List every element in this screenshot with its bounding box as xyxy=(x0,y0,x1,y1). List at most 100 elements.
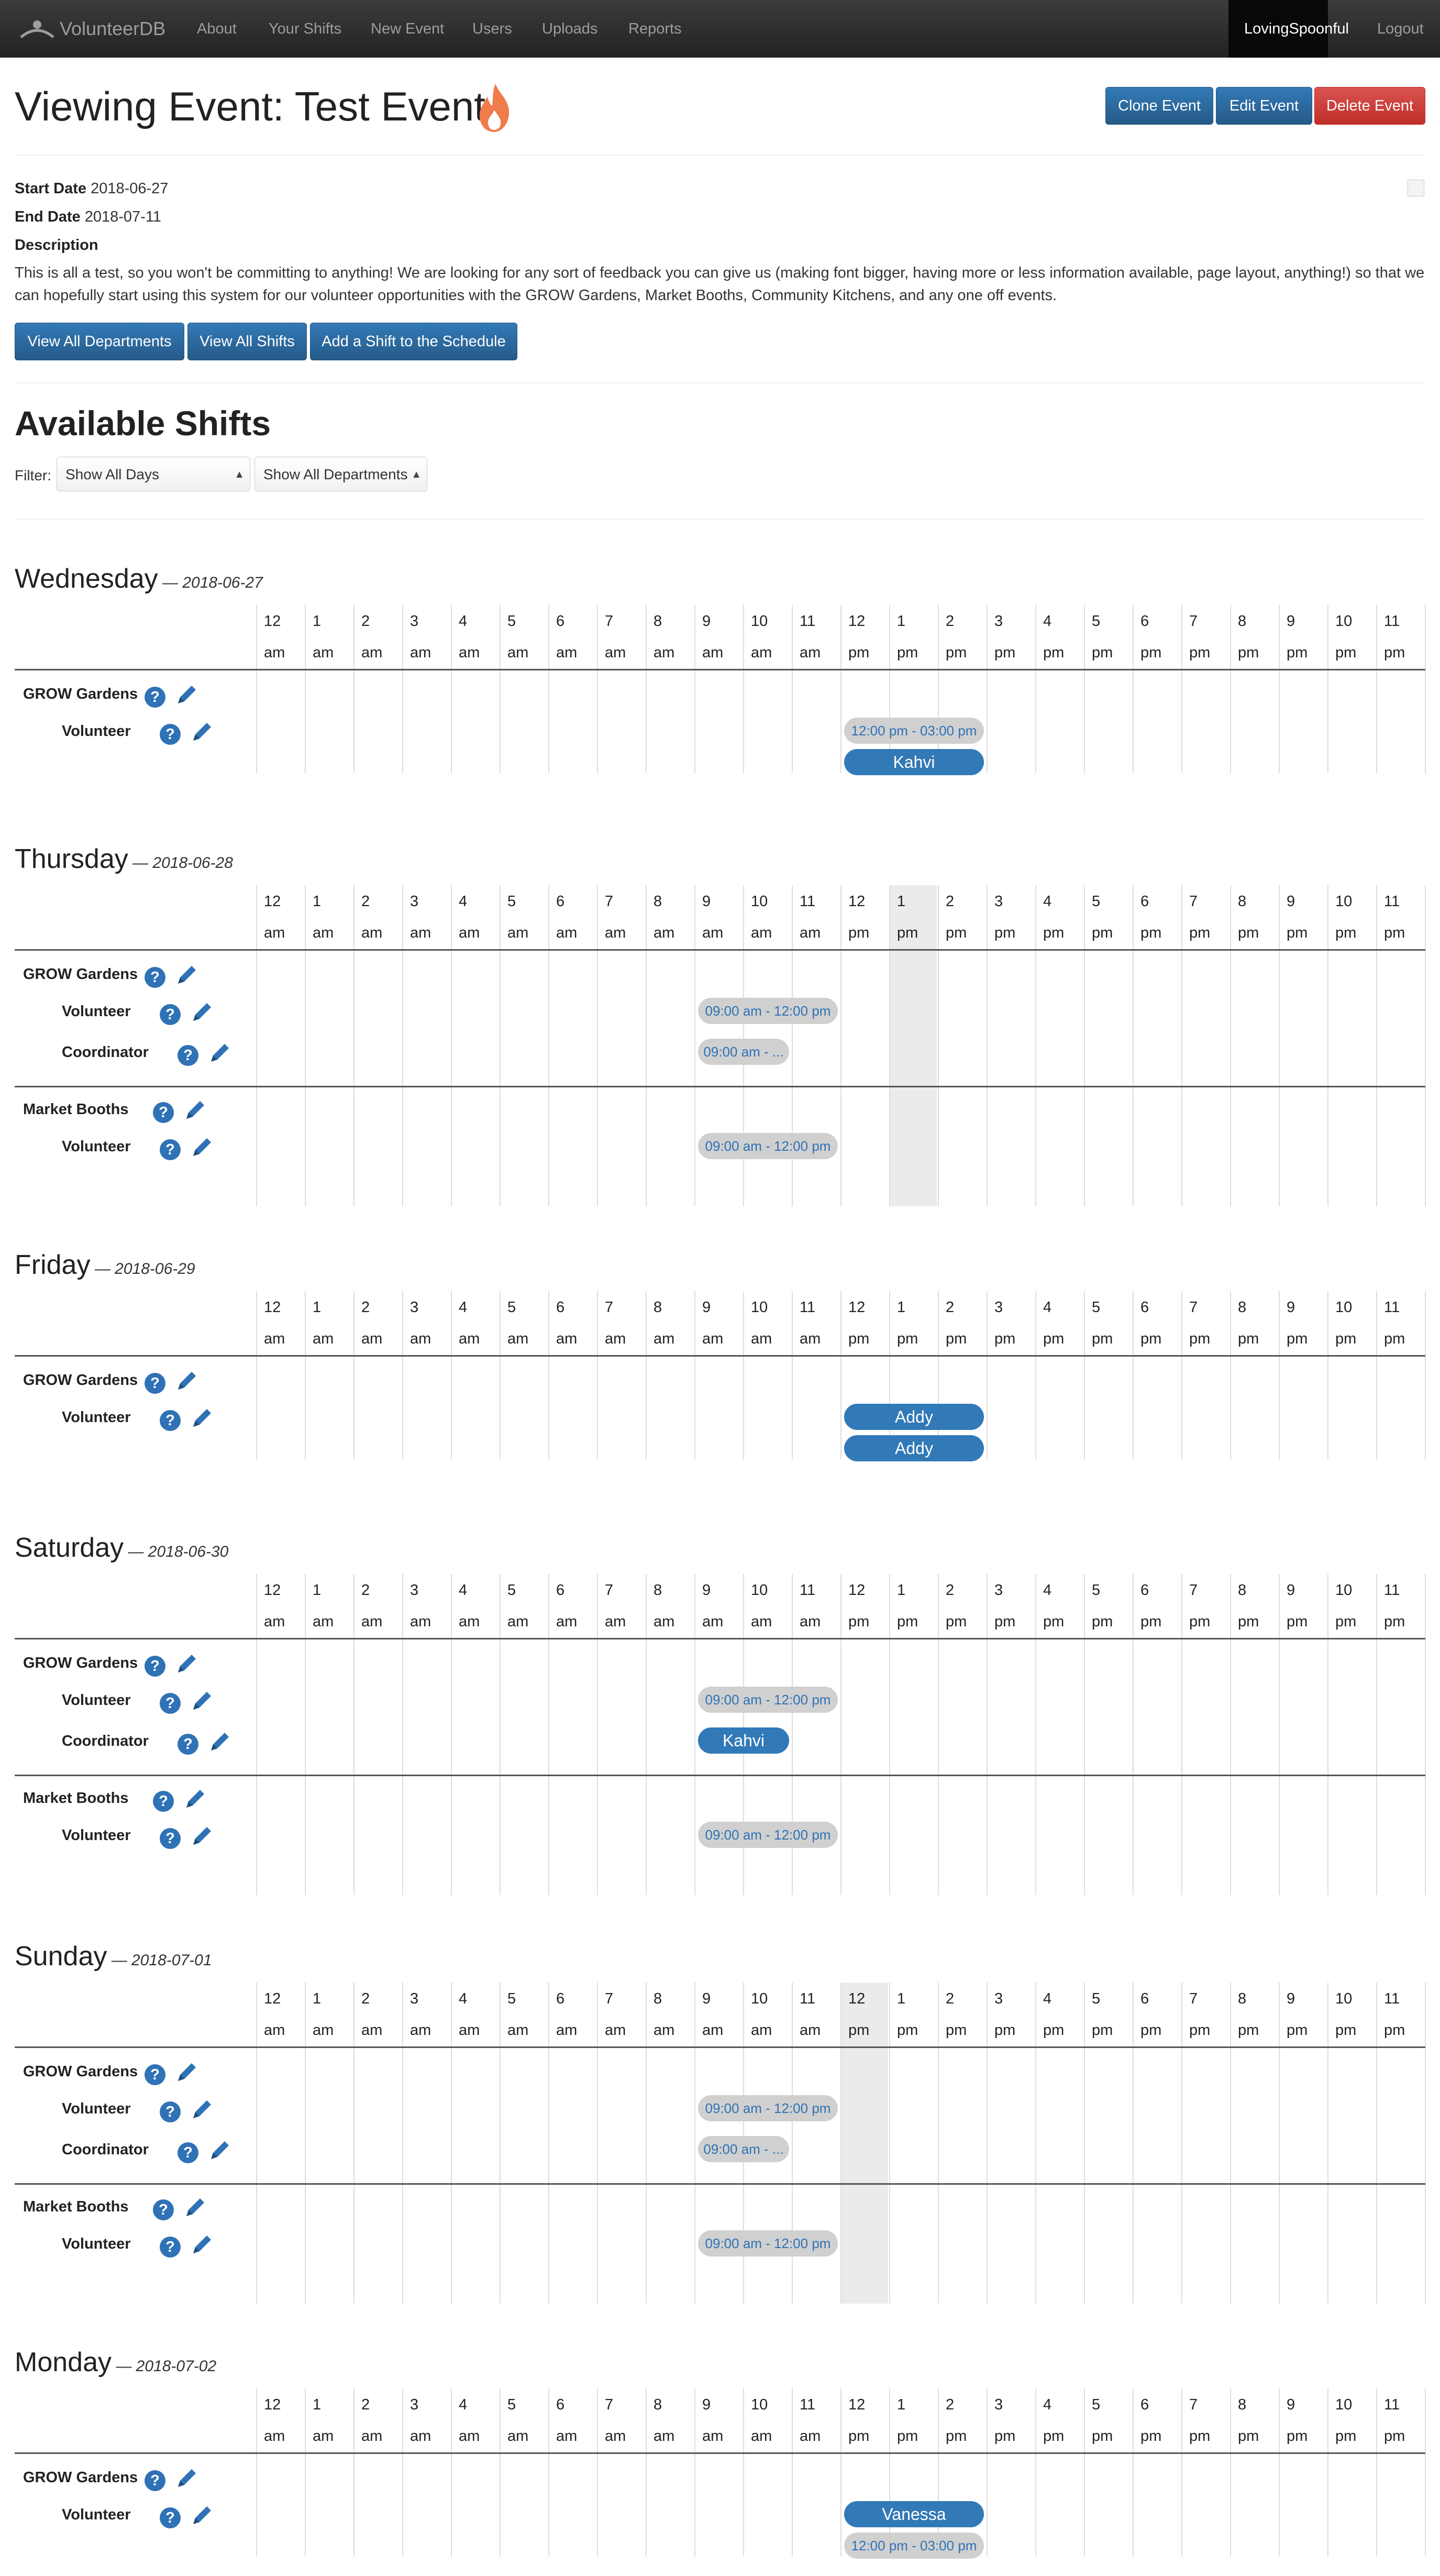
hour-label: 7 xyxy=(605,1299,614,1316)
help-icon[interactable]: ? xyxy=(145,2470,165,2491)
brand-link[interactable]: VolunteerDB xyxy=(19,0,165,58)
shift-open-slot[interactable]: 09:00 am - 12:00 pm xyxy=(698,2095,838,2121)
help-icon[interactable]: ? xyxy=(160,1828,181,1849)
help-icon[interactable]: ? xyxy=(145,967,165,988)
shift-open-slot[interactable]: 12:00 pm - 03:00 pm xyxy=(844,2533,984,2559)
filter-departments-select[interactable]: Show All Departments ▲ xyxy=(254,457,427,491)
nav-new-event[interactable]: New Event xyxy=(371,0,444,58)
edit-pencil-icon[interactable] xyxy=(189,1689,214,1714)
nav-user[interactable]: LovingSpoonful xyxy=(1228,0,1349,58)
edit-pencil-icon[interactable] xyxy=(174,682,199,708)
edit-pencil-icon[interactable] xyxy=(189,2097,214,2122)
hour-label: 6 xyxy=(1140,1582,1149,1599)
nav-uploads[interactable]: Uploads xyxy=(542,0,597,58)
edit-pencil-icon[interactable] xyxy=(207,1730,232,1755)
shift-open-slot[interactable]: 09:00 am - ... xyxy=(698,1039,789,1065)
help-icon[interactable]: ? xyxy=(160,2507,181,2528)
help-icon[interactable]: ? xyxy=(160,1410,181,1431)
hour-period: pm xyxy=(1335,924,1357,941)
shift-open-slot[interactable]: 09:00 am - 12:00 pm xyxy=(698,1822,838,1848)
shift-volunteer[interactable]: Addy xyxy=(844,1435,984,1461)
hour-period: am xyxy=(313,2022,334,2039)
help-icon[interactable]: ? xyxy=(160,724,181,745)
hour-label: 4 xyxy=(1043,2396,1052,2413)
shift-volunteer[interactable]: Kahvi xyxy=(698,1727,789,1754)
help-icon[interactable]: ? xyxy=(153,2199,174,2220)
top-navbar: VolunteerDB About Your Shifts New Event … xyxy=(0,0,1440,58)
shift-open-slot[interactable]: 09:00 am - 12:00 pm xyxy=(698,1687,838,1713)
hour-period: pm xyxy=(1189,2428,1211,2445)
edit-pencil-icon[interactable] xyxy=(189,1000,214,1025)
nav-users[interactable]: Users xyxy=(472,0,512,58)
hour-label: 10 xyxy=(1335,893,1353,910)
hour-period: am xyxy=(751,2022,772,2039)
shift-open-slot[interactable]: 09:00 am - 12:00 pm xyxy=(698,998,838,1024)
help-icon[interactable]: ? xyxy=(145,1373,165,1394)
help-icon[interactable]: ? xyxy=(178,1045,198,1066)
edit-event-button[interactable]: Edit Event xyxy=(1216,87,1312,125)
help-icon[interactable]: ? xyxy=(178,1734,198,1755)
add-shift-button[interactable]: Add a Shift to the Schedule xyxy=(310,323,517,360)
edit-pencil-icon[interactable] xyxy=(189,1406,214,1431)
department-divider xyxy=(15,1086,1425,1087)
edit-pencil-icon[interactable] xyxy=(189,2232,214,2258)
edit-pencil-icon[interactable] xyxy=(182,2195,207,2220)
delete-event-button[interactable]: Delete Event xyxy=(1314,87,1425,125)
hour-period: pm xyxy=(946,2428,967,2445)
shift-open-slot[interactable]: 09:00 am - 12:00 pm xyxy=(698,2230,838,2256)
help-icon[interactable]: ? xyxy=(153,1791,174,1812)
edit-pencil-icon[interactable] xyxy=(189,720,214,745)
edit-pencil-icon[interactable] xyxy=(189,2503,214,2528)
edit-pencil-icon[interactable] xyxy=(174,1652,199,1677)
shift-volunteer[interactable]: Addy xyxy=(844,1404,984,1430)
help-icon[interactable]: ? xyxy=(145,687,165,708)
nav-your-shifts[interactable]: Your Shifts xyxy=(269,0,341,58)
hour-period: am xyxy=(800,2428,821,2445)
help-icon[interactable]: ? xyxy=(160,1004,181,1025)
hour-label: 5 xyxy=(507,2396,516,2413)
hour-period: pm xyxy=(1238,2022,1259,2039)
edit-pencil-icon[interactable] xyxy=(189,1135,214,1160)
shift-open-slot[interactable]: 09:00 am - ... xyxy=(698,2136,789,2162)
hour-period: am xyxy=(653,1330,675,1347)
shift-open-slot[interactable]: 09:00 am - 12:00 pm xyxy=(698,1133,838,1159)
edit-pencil-icon[interactable] xyxy=(174,1369,199,1394)
day-title: Sunday — 2018-07-01 xyxy=(15,1941,212,1972)
hour-period: pm xyxy=(1335,2022,1357,2039)
view-all-shifts-button[interactable]: View All Shifts xyxy=(187,323,307,360)
help-icon[interactable]: ? xyxy=(160,2237,181,2258)
hour-period: pm xyxy=(1043,2022,1065,2039)
shift-volunteer[interactable]: Kahvi xyxy=(844,749,984,775)
hour-period: pm xyxy=(946,1613,967,1630)
edit-pencil-icon[interactable] xyxy=(174,963,199,988)
nav-reports[interactable]: Reports xyxy=(628,0,682,58)
help-icon[interactable]: ? xyxy=(153,1102,174,1123)
hour-period: pm xyxy=(994,644,1016,661)
edit-pencil-icon[interactable] xyxy=(207,1041,232,1066)
nav-about[interactable]: About xyxy=(197,0,237,58)
view-all-departments-button[interactable]: View All Departments xyxy=(15,323,184,360)
edit-pencil-icon[interactable] xyxy=(174,2466,199,2491)
help-icon[interactable]: ? xyxy=(160,1139,181,1160)
help-icon[interactable]: ? xyxy=(160,2101,181,2122)
hour-period: am xyxy=(459,1330,480,1347)
hour-period: pm xyxy=(1287,924,1308,941)
edit-pencil-icon[interactable] xyxy=(189,1824,214,1849)
edit-pencil-icon[interactable] xyxy=(174,2060,199,2085)
hour-period: pm xyxy=(848,2022,870,2039)
edit-pencil-icon[interactable] xyxy=(207,2138,232,2163)
edit-pencil-icon[interactable] xyxy=(182,1787,207,1812)
hour-period: am xyxy=(313,644,334,661)
help-icon[interactable]: ? xyxy=(145,1656,165,1677)
shift-volunteer[interactable]: Vanessa xyxy=(844,2501,984,2527)
filter-days-select[interactable]: Show All Days ▲ xyxy=(57,457,250,491)
hour-label: 2 xyxy=(361,1299,370,1316)
edit-pencil-icon[interactable] xyxy=(182,1098,207,1123)
help-icon[interactable]: ? xyxy=(145,2064,165,2085)
clone-event-button[interactable]: Clone Event xyxy=(1105,87,1213,125)
nav-logout[interactable]: Logout xyxy=(1377,0,1424,58)
help-icon[interactable]: ? xyxy=(178,2142,198,2163)
shift-open-slot[interactable]: 12:00 pm - 03:00 pm xyxy=(844,718,984,744)
help-icon[interactable]: ? xyxy=(160,1693,181,1714)
hour-period: am xyxy=(653,1613,675,1630)
